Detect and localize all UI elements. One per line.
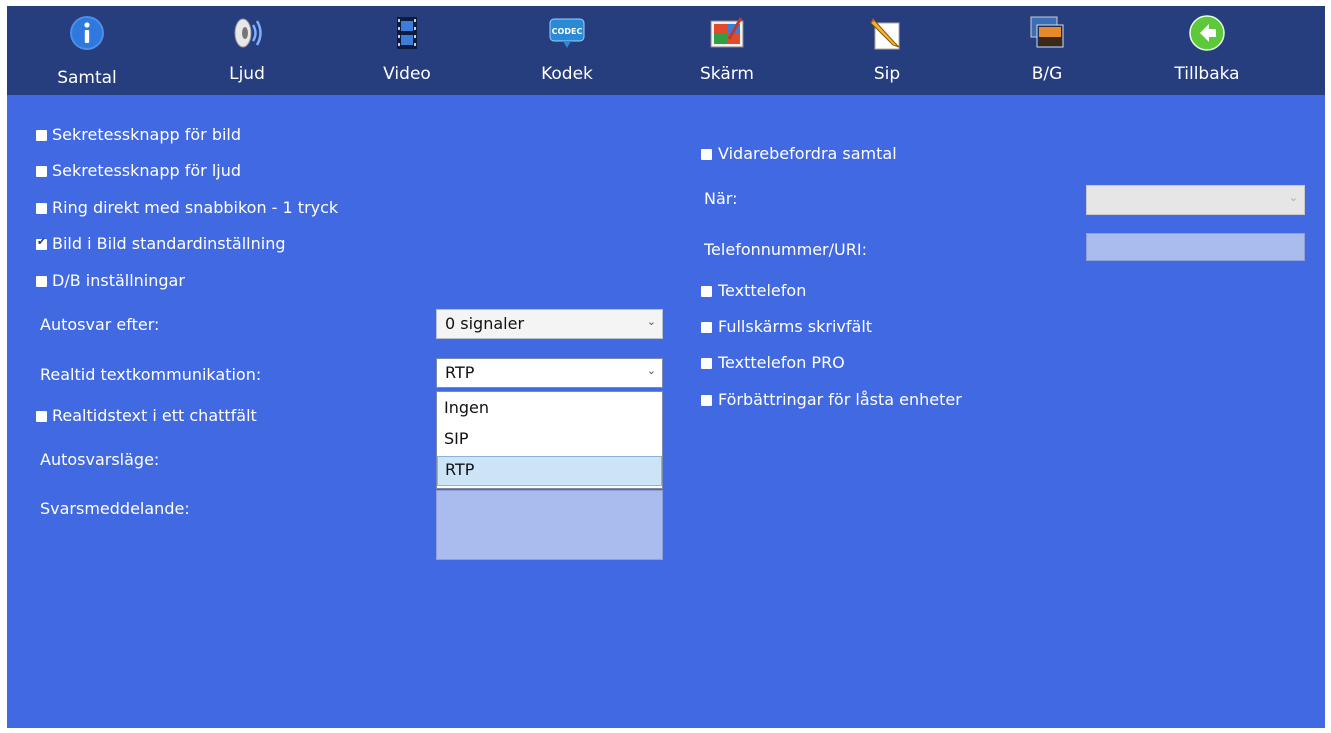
codec-icon-text: CODEC [552, 27, 583, 36]
autosvar-select[interactable]: 0 signaler ⌄ [436, 309, 663, 339]
chevron-down-icon: ⌄ [646, 364, 656, 377]
option-label: RTP [445, 460, 475, 479]
checkbox-label: Sekretessknapp för bild [52, 125, 242, 144]
option-label: SIP [444, 429, 469, 448]
tab-skarm[interactable]: Skärm [672, 11, 782, 91]
checkbox-vidarebefordra[interactable] [701, 149, 712, 160]
chevron-down-icon: ⌄ [1288, 191, 1298, 204]
speaker-icon [234, 18, 262, 48]
call-settings-screen: Samtal Ljud Video CODEC Kodek Skärm Sip … [7, 6, 1325, 728]
checkbox-label: Bild i Bild standardinställning [52, 234, 286, 253]
rtt-dropdown-list: Ingen SIP RTP [436, 391, 663, 489]
autosvar-label: Autosvar efter: [40, 315, 160, 334]
checkbox-realtidstext-chatt[interactable] [36, 411, 47, 422]
tab-sip[interactable]: Sip [832, 11, 942, 91]
tab-kodek[interactable]: CODEC Kodek [512, 11, 622, 91]
rtt-select[interactable]: RTP ⌄ [436, 358, 663, 388]
nar-label: När: [704, 189, 738, 208]
back-arrow-icon [1189, 15, 1225, 51]
option-label: Ingen [444, 398, 489, 417]
telefonnummer-label: Telefonnummer/URI: [704, 240, 867, 259]
checkbox-forbattringar[interactable] [701, 395, 712, 406]
select-value: 0 signaler [445, 314, 525, 333]
checkbox-label: D/B inställningar [52, 271, 185, 290]
tab-samtal[interactable]: Samtal [32, 11, 142, 91]
checkbox-db-installningar[interactable] [36, 276, 47, 287]
checkbox-label: Förbättringar för låsta enheter [718, 390, 962, 409]
checkbox-sekretess-ljud[interactable] [36, 166, 47, 177]
tab-tillbaka[interactable]: Tillbaka [1152, 11, 1262, 91]
autosvarslage-label: Autosvarsläge: [40, 450, 160, 469]
option-sip[interactable]: SIP [437, 425, 662, 455]
checkbox-label: Texttelefon [718, 281, 807, 300]
top-nav-bar: Samtal Ljud Video CODEC Kodek Skärm Sip … [7, 6, 1325, 95]
checkbox-ring-direkt[interactable] [36, 203, 47, 214]
info-icon [70, 16, 104, 50]
telefonnummer-input[interactable] [1086, 233, 1305, 261]
display-icon [710, 17, 744, 48]
checkbox-label: Ring direkt med snabbikon - 1 tryck [52, 198, 339, 217]
tab-label: B/G [1031, 64, 1063, 84]
tab-video[interactable]: Video [352, 11, 462, 91]
tab-label: Kodek [541, 64, 593, 84]
option-ingen[interactable]: Ingen [437, 394, 662, 424]
checkbox-texttelefon-pro[interactable] [701, 358, 712, 369]
option-rtp[interactable]: RTP [437, 456, 662, 486]
checkbox-label: Realtidstext i ett chattfält [52, 406, 257, 425]
checkbox-sekretess-bild[interactable] [36, 130, 47, 141]
checkbox-fullskarm[interactable] [701, 322, 712, 333]
tab-label: Video [383, 64, 431, 84]
tab-label: Skärm [699, 64, 754, 84]
checkbox-label: Sekretessknapp för ljud [52, 161, 242, 180]
rtt-label: Realtid textkommunikation: [40, 365, 262, 384]
checkbox-label: Fullskärms skrivfält [718, 317, 873, 336]
film-icon [397, 17, 417, 49]
checkbox-texttelefon[interactable] [701, 286, 712, 297]
tab-bg[interactable]: B/G [992, 11, 1102, 91]
image-icon [1030, 16, 1064, 48]
checkmark-icon: ✔ [37, 235, 47, 248]
chevron-down-icon: ⌄ [646, 315, 656, 328]
tab-label: Tillbaka [1174, 64, 1240, 84]
select-value: RTP [445, 363, 475, 382]
tab-label: Samtal [57, 68, 117, 88]
pencil-icon [870, 18, 900, 50]
codec-icon: CODEC [549, 18, 585, 48]
tab-label: Sip [873, 64, 901, 84]
checkbox-label: Texttelefon PRO [718, 353, 845, 372]
tab-ljud[interactable]: Ljud [192, 11, 302, 91]
svarsmeddelande-field[interactable] [436, 490, 663, 560]
checkbox-label: Vidarebefordra samtal [718, 144, 897, 163]
tab-label: Ljud [229, 64, 265, 84]
checkbox-bild-i-bild[interactable]: ✔ [36, 235, 47, 250]
nar-select[interactable]: ⌄ [1086, 185, 1305, 215]
svarsmeddelande-label: Svarsmeddelande: [40, 499, 190, 518]
